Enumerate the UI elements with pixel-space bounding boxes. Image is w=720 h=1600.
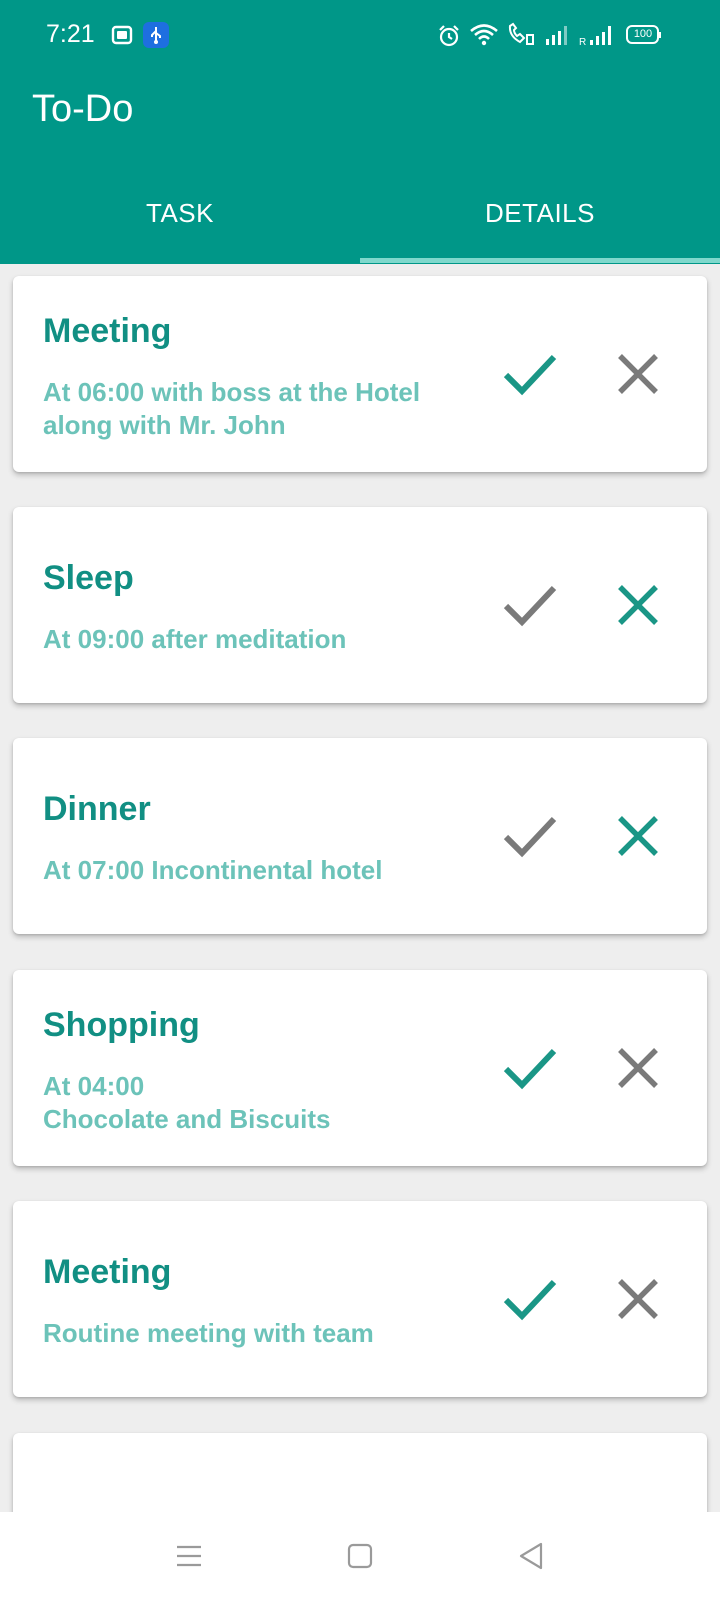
signal-roaming-icon: R bbox=[579, 26, 611, 46]
check-icon bbox=[503, 354, 557, 396]
signal-strength-icon bbox=[546, 26, 567, 45]
complete-button[interactable] bbox=[495, 1033, 565, 1103]
alarm-icon bbox=[439, 25, 459, 47]
close-icon bbox=[618, 354, 658, 394]
task-title: Sleep bbox=[43, 559, 134, 597]
system-nav-bar bbox=[0, 1512, 720, 1600]
delete-button[interactable] bbox=[603, 1264, 673, 1334]
task-card: Dinner At 07:00 Incontinental hotel bbox=[13, 738, 707, 934]
task-description: At 04:00 Chocolate and Biscuits bbox=[43, 1071, 331, 1134]
tab-details[interactable]: DETAILS bbox=[360, 180, 720, 264]
tab-task-label: TASK bbox=[146, 197, 214, 228]
tab-bar: TASK DETAILS bbox=[0, 180, 720, 264]
wifi-calling-icon bbox=[508, 22, 534, 45]
usb-icon bbox=[143, 22, 169, 48]
task-description: At 06:00 with boss at the Hotel along wi… bbox=[43, 377, 421, 440]
delete-button[interactable] bbox=[603, 570, 673, 640]
check-icon bbox=[503, 816, 557, 858]
check-icon bbox=[503, 1279, 557, 1321]
task-card: Meeting Routine meeting with team bbox=[13, 1201, 707, 1397]
svg-text:R: R bbox=[579, 37, 586, 46]
battery-level: 100 bbox=[633, 28, 653, 40]
wifi-icon bbox=[470, 24, 498, 46]
task-title: Shopping bbox=[43, 1006, 200, 1044]
close-icon bbox=[618, 1048, 658, 1088]
app-title: To-Do bbox=[32, 88, 134, 130]
task-card: Shopping At 04:00 Chocolate and Biscuits bbox=[13, 970, 707, 1166]
task-card bbox=[13, 1433, 707, 1512]
menu-icon[interactable] bbox=[165, 1532, 213, 1580]
status-bar: 7:21 R 100 bbox=[0, 0, 720, 72]
check-icon bbox=[503, 585, 557, 627]
task-description: Routine meeting with team bbox=[43, 1318, 374, 1348]
close-icon bbox=[618, 1279, 658, 1319]
task-card: Sleep At 09:00 after meditation bbox=[13, 507, 707, 703]
screen-capture-icon bbox=[111, 25, 133, 45]
delete-button[interactable] bbox=[603, 339, 673, 409]
task-title: Dinner bbox=[43, 790, 151, 828]
close-icon bbox=[618, 816, 658, 856]
complete-button[interactable] bbox=[495, 339, 565, 409]
close-icon bbox=[618, 585, 658, 625]
back-triangle-icon[interactable] bbox=[508, 1532, 556, 1580]
delete-button[interactable] bbox=[603, 1033, 673, 1103]
status-time: 7:21 bbox=[46, 20, 95, 48]
tab-task[interactable]: TASK bbox=[0, 180, 360, 264]
home-square-icon[interactable] bbox=[336, 1532, 384, 1580]
task-description: At 09:00 after meditation bbox=[43, 624, 347, 654]
complete-button[interactable] bbox=[495, 801, 565, 871]
task-description: At 07:00 Incontinental hotel bbox=[43, 855, 383, 885]
tab-details-label: DETAILS bbox=[485, 197, 595, 228]
complete-button[interactable] bbox=[495, 570, 565, 640]
app-bar: 7:21 R 100 To-Do TASK DETAILS bbox=[0, 0, 720, 264]
check-icon bbox=[503, 1048, 557, 1090]
task-list[interactable]: Meeting At 06:00 with boss at the Hotel … bbox=[0, 264, 720, 1512]
complete-button[interactable] bbox=[495, 1264, 565, 1334]
task-card: Meeting At 06:00 with boss at the Hotel … bbox=[13, 276, 707, 472]
delete-button[interactable] bbox=[603, 801, 673, 871]
tab-selected-indicator bbox=[360, 258, 720, 263]
task-title: Meeting bbox=[43, 312, 172, 350]
task-title: Meeting bbox=[43, 1253, 172, 1291]
